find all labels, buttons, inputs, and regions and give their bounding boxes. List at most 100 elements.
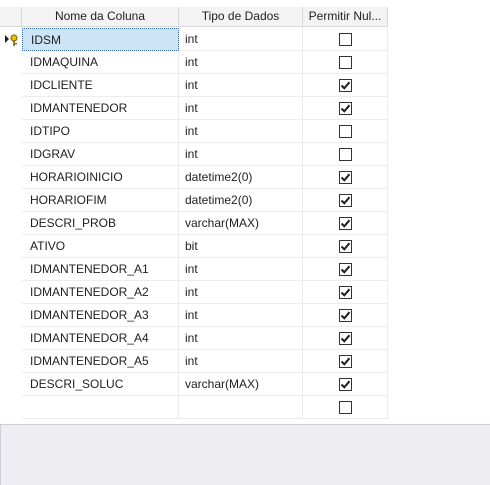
allow-nulls-checkbox[interactable] — [339, 401, 352, 414]
data-type-cell[interactable]: int — [179, 281, 303, 304]
column-name-cell[interactable]: IDMANTENEDOR_A3 — [22, 304, 179, 327]
column-name-cell[interactable]: IDGRAV — [22, 143, 179, 166]
data-type-cell[interactable]: int — [179, 350, 303, 373]
column-name-cell[interactable]: HORARIOINICIO — [22, 166, 179, 189]
allow-nulls-checkbox[interactable] — [339, 171, 352, 184]
row-selector[interactable] — [0, 281, 22, 304]
data-type-cell[interactable]: int — [179, 74, 303, 97]
allow-nulls-checkbox[interactable] — [339, 355, 352, 368]
row-selector[interactable] — [0, 258, 22, 281]
column-header-type[interactable]: Tipo de Dados — [179, 7, 303, 27]
allow-nulls-cell — [303, 97, 388, 120]
column-name-cell[interactable]: IDMAQUINA — [22, 51, 179, 74]
row-selector[interactable] — [0, 74, 22, 97]
data-type-cell[interactable]: int — [179, 28, 303, 51]
column-name-cell[interactable]: IDTIPO — [22, 120, 179, 143]
column-name-cell[interactable]: HORARIOFIM — [22, 189, 179, 212]
allow-nulls-cell — [303, 396, 388, 419]
data-type-cell[interactable]: varchar(MAX) — [179, 373, 303, 396]
row-pointer-key-icon — [5, 34, 18, 46]
allow-nulls-cell — [303, 189, 388, 212]
data-type-cell[interactable]: int — [179, 143, 303, 166]
allow-nulls-cell — [303, 304, 388, 327]
data-type-cell[interactable]: bit — [179, 235, 303, 258]
column-name-cell[interactable]: DESCRI_PROB — [22, 212, 179, 235]
row-selector[interactable] — [0, 327, 22, 350]
allow-nulls-cell — [303, 281, 388, 304]
column-name-cell[interactable]: IDMANTENEDOR_A4 — [22, 327, 179, 350]
row-selector[interactable] — [0, 189, 22, 212]
allow-nulls-checkbox[interactable] — [339, 56, 352, 69]
data-type-cell[interactable]: int — [179, 258, 303, 281]
allow-nulls-cell — [303, 258, 388, 281]
allow-nulls-cell — [303, 350, 388, 373]
allow-nulls-checkbox[interactable] — [339, 33, 352, 46]
allow-nulls-checkbox[interactable] — [339, 378, 352, 391]
checkmark-icon — [340, 288, 351, 297]
data-type-cell[interactable]: int — [179, 304, 303, 327]
checkmark-icon — [340, 380, 351, 389]
row-selector[interactable] — [0, 396, 22, 419]
checkmark-icon — [340, 357, 351, 366]
allow-nulls-cell — [303, 373, 388, 396]
column-name-cell[interactable]: IDMANTENEDOR_A5 — [22, 350, 179, 373]
allow-nulls-cell — [303, 120, 388, 143]
column-name-cell[interactable]: IDMANTENEDOR_A1 — [22, 258, 179, 281]
row-selector[interactable] — [0, 120, 22, 143]
checkmark-icon — [340, 242, 351, 251]
row-selector[interactable] — [0, 51, 22, 74]
column-name-cell[interactable] — [22, 396, 179, 419]
checkmark-icon — [340, 265, 351, 274]
column-name-cell[interactable]: IDMANTENEDOR — [22, 97, 179, 120]
row-selector[interactable] — [0, 28, 22, 51]
allow-nulls-checkbox[interactable] — [339, 332, 352, 345]
designer-properties-area — [0, 424, 490, 485]
allow-nulls-cell — [303, 28, 388, 51]
column-header-nulls[interactable]: Permitir Nul... — [303, 7, 388, 27]
allow-nulls-checkbox[interactable] — [339, 263, 352, 276]
allow-nulls-checkbox[interactable] — [339, 309, 352, 322]
allow-nulls-cell — [303, 74, 388, 97]
row-selector[interactable] — [0, 373, 22, 396]
data-type-cell[interactable]: datetime2(0) — [179, 189, 303, 212]
row-selector[interactable] — [0, 166, 22, 189]
data-type-cell[interactable]: int — [179, 97, 303, 120]
row-selector[interactable] — [0, 212, 22, 235]
data-type-cell[interactable]: int — [179, 327, 303, 350]
checkmark-icon — [340, 173, 351, 182]
column-name-cell[interactable]: IDMANTENEDOR_A2 — [22, 281, 179, 304]
allow-nulls-checkbox[interactable] — [339, 102, 352, 115]
data-type-cell[interactable] — [179, 396, 303, 419]
column-name-cell[interactable]: DESCRI_SOLUC — [22, 373, 179, 396]
column-name-cell[interactable]: IDSM — [22, 28, 179, 51]
checkmark-icon — [340, 196, 351, 205]
column-header-name[interactable]: Nome da Coluna — [22, 7, 179, 27]
allow-nulls-checkbox[interactable] — [339, 79, 352, 92]
allow-nulls-cell — [303, 212, 388, 235]
allow-nulls-checkbox[interactable] — [339, 286, 352, 299]
checkmark-icon — [340, 104, 351, 113]
row-selector[interactable] — [0, 97, 22, 120]
row-selector[interactable] — [0, 304, 22, 327]
data-type-cell[interactable]: int — [179, 51, 303, 74]
allow-nulls-cell — [303, 143, 388, 166]
allow-nulls-checkbox[interactable] — [339, 194, 352, 207]
column-name-cell[interactable]: ATIVO — [22, 235, 179, 258]
row-selector[interactable] — [0, 235, 22, 258]
allow-nulls-checkbox[interactable] — [339, 217, 352, 230]
allow-nulls-cell — [303, 327, 388, 350]
checkmark-icon — [340, 334, 351, 343]
row-selector-header[interactable] — [0, 7, 22, 27]
row-selector[interactable] — [0, 143, 22, 166]
allow-nulls-cell — [303, 235, 388, 258]
data-type-cell[interactable]: datetime2(0) — [179, 166, 303, 189]
allow-nulls-checkbox[interactable] — [339, 240, 352, 253]
data-type-cell[interactable]: int — [179, 120, 303, 143]
allow-nulls-checkbox[interactable] — [339, 148, 352, 161]
data-type-cell[interactable]: varchar(MAX) — [179, 212, 303, 235]
row-selector[interactable] — [0, 350, 22, 373]
column-designer-grid: Nome da Coluna Tipo de Dados Permitir Nu… — [0, 0, 490, 424]
column-name-cell[interactable]: IDCLIENTE — [22, 74, 179, 97]
allow-nulls-checkbox[interactable] — [339, 125, 352, 138]
allow-nulls-cell — [303, 51, 388, 74]
